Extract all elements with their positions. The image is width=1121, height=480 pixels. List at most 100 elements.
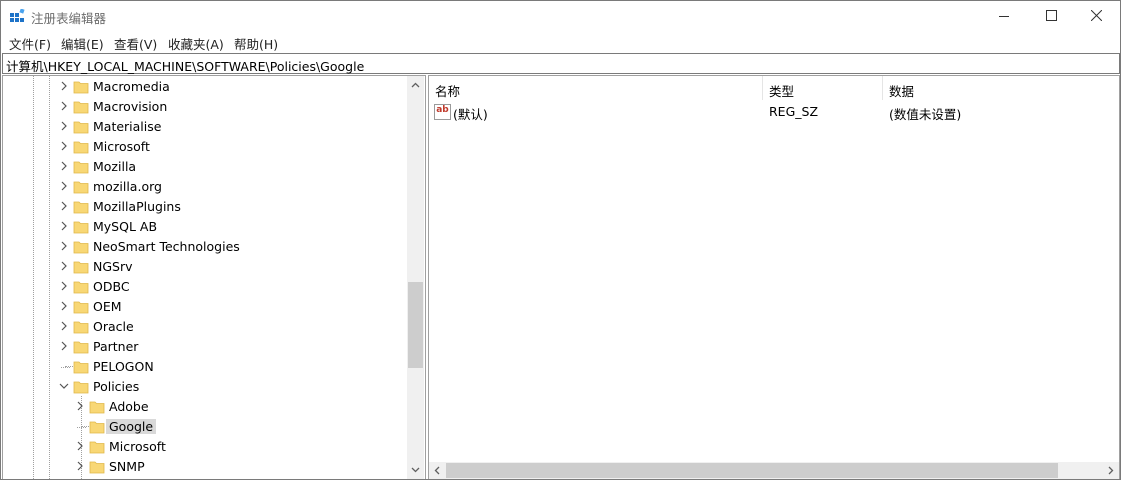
chevron-right-icon[interactable] (59, 221, 69, 231)
folder-icon (89, 441, 105, 454)
chevron-right-icon[interactable] (59, 281, 69, 291)
chevron-right-icon[interactable] (75, 441, 85, 451)
folder-icon (89, 401, 105, 414)
tree-item[interactable]: Microsoft (3, 137, 405, 157)
tree-item-label: mozilla.org (93, 179, 162, 194)
tree-guide-line (61, 367, 70, 368)
folder-icon (73, 141, 89, 154)
column-header-label: 名称 (435, 84, 461, 99)
tree-item[interactable]: Mozilla (3, 157, 405, 177)
menu-edit[interactable]: 编辑(E) (61, 34, 104, 53)
tree-item[interactable]: MozillaPlugins (3, 197, 405, 217)
chevron-right-icon[interactable] (59, 301, 69, 311)
tree-scroll-thumb[interactable] (408, 282, 423, 368)
tree-vertical-scrollbar[interactable] (407, 76, 424, 479)
address-bar[interactable]: 计算机\HKEY_LOCAL_MACHINE\SOFTWARE\Policies… (2, 53, 1120, 74)
value-data: (数值未设置) (889, 107, 962, 122)
tree-item-label: NeoSmart Technologies (93, 239, 240, 254)
tree-item[interactable]: SNMP (3, 457, 405, 477)
tree-item-label: Policies (93, 379, 140, 394)
minimize-button[interactable] (982, 1, 1028, 31)
tree-item[interactable]: Microsoft (3, 437, 405, 457)
folder-icon (73, 121, 89, 134)
tree-item-label: Microsoft (93, 139, 150, 154)
scroll-down-arrow-icon[interactable] (411, 465, 420, 474)
tree-item[interactable]: Macromedia (3, 77, 405, 97)
folder-icon (73, 81, 89, 94)
tree-item[interactable]: NGSrv (3, 257, 405, 277)
column-header-label: 数据 (889, 84, 915, 99)
close-button[interactable] (1074, 1, 1120, 31)
menu-view[interactable]: 查看(V) (114, 34, 157, 53)
tree-item[interactable]: Oracle (3, 317, 405, 337)
folder-icon (89, 461, 105, 474)
tree-item-label: Partner (93, 339, 139, 354)
chevron-right-icon[interactable] (59, 241, 69, 251)
folder-icon (73, 261, 89, 274)
tree-item[interactable]: Google (3, 417, 405, 437)
chevron-right-icon[interactable] (59, 121, 69, 131)
tree-item-label: PELOGON (93, 359, 154, 374)
folder-icon (73, 321, 89, 334)
string-value-icon: ab (434, 104, 451, 120)
maximize-button[interactable] (1028, 1, 1074, 31)
scroll-right-arrow-icon[interactable] (1106, 466, 1115, 475)
folder-icon (73, 201, 89, 214)
tree-item-label: Materialise (93, 119, 162, 134)
tree-item[interactable]: Macrovision (3, 97, 405, 117)
tree-item[interactable]: Adobe (3, 397, 405, 417)
value-row[interactable]: ab (默认) REG_SZ (数值未设置) (429, 102, 1119, 122)
values-pane[interactable]: 名称 类型 数据 ab (默认) REG_SZ (数值未设置) (428, 75, 1120, 479)
chevron-down-icon[interactable] (59, 381, 69, 391)
folder-icon (73, 101, 89, 114)
value-name: (默认) (453, 107, 488, 122)
tree-item-label: Google (106, 419, 157, 434)
chevron-right-icon[interactable] (59, 161, 69, 171)
tree-item[interactable]: NeoSmart Technologies (3, 237, 405, 257)
key-tree-pane[interactable]: Macromedia Macrovision Materialise Microsof… (2, 75, 426, 479)
tree-item-label: NGSrv (93, 259, 133, 274)
address-path[interactable]: 计算机\HKEY_LOCAL_MACHINE\SOFTWARE\Policies… (6, 56, 364, 75)
chevron-right-icon[interactable] (59, 341, 69, 351)
chevron-right-icon[interactable] (59, 321, 69, 331)
column-header-name[interactable]: 名称 (429, 76, 762, 100)
title-bar[interactable]: 注册表编辑器 (1, 1, 1120, 31)
chevron-right-icon[interactable] (59, 181, 69, 191)
chevron-right-icon[interactable] (75, 401, 85, 411)
scroll-left-arrow-icon[interactable] (433, 466, 442, 475)
folder-icon (73, 241, 89, 254)
folder-icon (73, 181, 89, 194)
column-header-label: 类型 (769, 84, 795, 99)
tree-item-label: MySQL AB (93, 219, 158, 234)
tree-item[interactable]: ODBC (3, 277, 405, 297)
folder-icon (73, 301, 89, 314)
menu-help[interactable]: 帮助(H) (234, 34, 278, 53)
menu-favorites[interactable]: 收藏夹(A) (168, 34, 224, 53)
tree-item[interactable]: Policies (3, 377, 405, 397)
chevron-right-icon[interactable] (59, 141, 69, 151)
folder-icon (73, 361, 89, 374)
menu-file[interactable]: 文件(F) (9, 34, 51, 53)
scroll-up-arrow-icon[interactable] (411, 81, 420, 90)
column-header-data[interactable]: 数据 (883, 76, 1119, 100)
folder-icon (89, 421, 105, 434)
chevron-right-icon[interactable] (59, 101, 69, 111)
tree-item-label: OEM (93, 299, 122, 314)
tree-item[interactable]: mozilla.org (3, 177, 405, 197)
tree-item[interactable]: MySQL AB (3, 217, 405, 237)
tree-item[interactable]: Materialise (3, 117, 405, 137)
chevron-right-icon[interactable] (75, 461, 85, 471)
chevron-right-icon[interactable] (59, 201, 69, 211)
values-horizontal-scrollbar[interactable] (429, 462, 1119, 479)
folder-icon (73, 381, 89, 394)
tree-item[interactable]: Partner (3, 337, 405, 357)
chevron-right-icon[interactable] (59, 261, 69, 271)
chevron-right-icon[interactable] (59, 81, 69, 91)
tree-item-label: Mozilla (93, 159, 137, 174)
tree-item-label: Macromedia (93, 79, 170, 94)
tree-item-label: Oracle (93, 319, 134, 334)
values-scroll-thumb[interactable] (446, 463, 1058, 478)
tree-item[interactable]: PELOGON (3, 357, 405, 377)
tree-item[interactable]: OEM (3, 297, 405, 317)
column-header-type[interactable]: 类型 (763, 76, 882, 100)
